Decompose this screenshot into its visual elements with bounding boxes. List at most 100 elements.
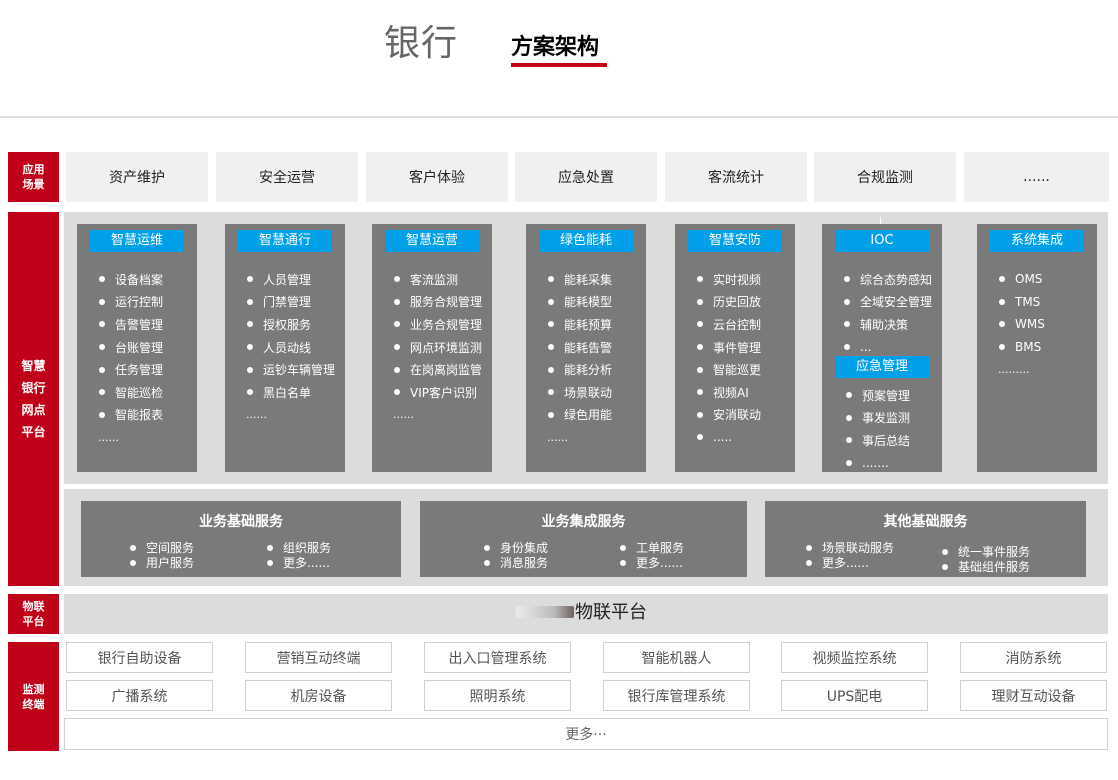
bullet-icon <box>697 298 703 305</box>
bullet-icon <box>247 366 253 373</box>
service-item: 用户服务 <box>130 554 194 571</box>
module-item: 授权服务 <box>225 313 345 336</box>
iot-platform-label: 物联平台 <box>575 602 647 623</box>
bullet-icon <box>999 276 1005 283</box>
module-list: 实时视频 历史回放 云台控制 事件管理 智能巡更 视频AI 安消联动..... <box>675 268 795 449</box>
sidebar-label-scene: 应用 场景 <box>8 152 59 202</box>
module-item: 智能巡检 <box>77 381 197 404</box>
module-item-label: ... <box>860 340 872 355</box>
device-box: 银行库管理系统 <box>603 680 750 711</box>
module-item-label: 场景联动 <box>564 385 613 400</box>
bullet-icon <box>697 389 703 396</box>
sidebar-label-platform: 智慧 银行 网点 平台 <box>8 212 59 586</box>
module-card: IOC 综合态势感知 全域安全管理 辅助决策... 应急管理 预案管理 事发监测 事后总结..… <box>822 224 942 472</box>
module-more: ...... <box>393 408 414 422</box>
module-item: 综合态势感知 <box>822 268 942 291</box>
service-item: 基础组件服务 <box>942 558 1030 575</box>
bullet-icon <box>846 392 852 399</box>
bullet-icon <box>267 544 273 551</box>
scene-box: 资产维护 <box>66 152 208 202</box>
service-item: 更多...... <box>267 554 330 571</box>
module-item-label: 授权服务 <box>263 317 312 332</box>
module-more: ......... <box>998 363 1030 377</box>
module-item: 绿色用能 <box>526 404 646 427</box>
service-item-label: 更多...... <box>636 556 683 570</box>
device-box: 理财互动设备 <box>960 680 1107 711</box>
bullet-icon <box>394 276 400 283</box>
bullet-icon <box>247 389 253 396</box>
device-box: 机房设备 <box>245 680 392 711</box>
module-title: 绿色能耗 <box>539 230 633 252</box>
bullet-icon <box>247 321 253 328</box>
submodule-item-label: ....... <box>862 456 889 471</box>
module-item: 安消联动 <box>675 404 795 427</box>
title-underline <box>511 63 607 67</box>
bullet-icon <box>99 298 105 305</box>
bullet-icon <box>394 389 400 396</box>
module-card: 智慧通行人员管理 门禁管理 授权服务 人员动线 运钞车辆管理 黑白名单...... <box>225 224 345 472</box>
module-card: 智慧安防 实时视频 历史回放 云台控制 事件管理 智能巡更 视频AI 安消联动..... <box>675 224 795 472</box>
module-item-label: 视频AI <box>713 385 749 400</box>
module-item: 运钞车辆管理 <box>225 358 345 381</box>
module-item: OMS <box>977 268 1097 291</box>
bullet-icon <box>846 414 852 421</box>
submodule-item-label: 事发监测 <box>862 411 911 426</box>
service-item: 消息服务 <box>484 554 548 571</box>
module-item-label: 设备档案 <box>115 272 164 287</box>
device-box: 视频监控系统 <box>781 642 928 673</box>
module-card: 绿色能耗 能耗采集 能耗模型 能耗预算 能耗告警 能耗分析 场景联动 绿色用能...... <box>526 224 646 472</box>
bullet-icon <box>548 276 554 283</box>
module-item-label: 能耗告警 <box>564 340 613 355</box>
bullet-icon <box>697 344 703 351</box>
module-list: 人员管理 门禁管理 授权服务 人员动线 运钞车辆管理 黑白名单...... <box>225 268 345 426</box>
bullet-icon <box>697 366 703 373</box>
module-title: 智慧通行 <box>238 230 332 252</box>
module-item: 事件管理 <box>675 336 795 359</box>
module-item: 能耗预算 <box>526 313 646 336</box>
submodule-title: 应急管理 <box>835 356 929 378</box>
bullet-icon <box>99 344 105 351</box>
bullet-icon <box>844 298 850 305</box>
module-item-label: 智能报表 <box>115 408 164 423</box>
module-list: 能耗采集 能耗模型 能耗预算 能耗告警 能耗分析 场景联动 绿色用能...... <box>526 268 646 449</box>
service-title: 业务基础服务 <box>199 514 283 530</box>
module-item: 场景联动 <box>526 381 646 404</box>
module-title: 智慧安防 <box>688 230 782 252</box>
device-box: 银行自助设备 <box>66 642 213 673</box>
module-title: 系统集成 <box>990 230 1084 252</box>
bullet-icon <box>484 544 490 551</box>
module-item-label: 实时视频 <box>713 272 762 287</box>
submodule-item-label: 事后总结 <box>862 433 911 448</box>
bullet-icon <box>130 544 136 551</box>
service-item-label: 用户服务 <box>146 556 195 570</box>
module-item: 网点环境监测 <box>372 336 492 359</box>
module-item: 云台控制 <box>675 313 795 336</box>
submodule-item: 事后总结 <box>822 429 942 452</box>
module-item: VIP客户识别 <box>372 381 492 404</box>
module-item-label: 告警管理 <box>115 317 164 332</box>
module-item-label: 能耗分析 <box>564 363 613 378</box>
device-box: 广播系统 <box>66 680 213 711</box>
bullet-icon <box>99 321 105 328</box>
bullet-icon <box>806 544 812 551</box>
module-title: IOC <box>835 230 929 252</box>
module-item-label: 运行控制 <box>115 295 164 310</box>
scene-box: 客流统计 <box>665 152 807 202</box>
module-item: 实时视频 <box>675 268 795 291</box>
bullet-icon <box>844 276 850 283</box>
module-item-label: 在岗离岗监管 <box>410 363 483 378</box>
submodule-item: 事发监测 <box>822 407 942 430</box>
module-more: ...... <box>98 430 119 444</box>
service-item-label: 基础组件服务 <box>958 560 1031 574</box>
bullet-icon <box>99 276 105 283</box>
module-item: 告警管理 <box>77 313 197 336</box>
scene-box: 应急处置 <box>515 152 657 202</box>
module-item: 运行控制 <box>77 291 197 314</box>
module-item: WMS <box>977 313 1097 336</box>
service-title: 其他基础服务 <box>883 514 968 530</box>
module-item-label: 绿色用能 <box>564 408 613 423</box>
module-item: 客流监测 <box>372 268 492 291</box>
module-item: 历史回放 <box>675 291 795 314</box>
bullet-icon <box>942 548 948 555</box>
scene-box: 客户体验 <box>366 152 508 202</box>
